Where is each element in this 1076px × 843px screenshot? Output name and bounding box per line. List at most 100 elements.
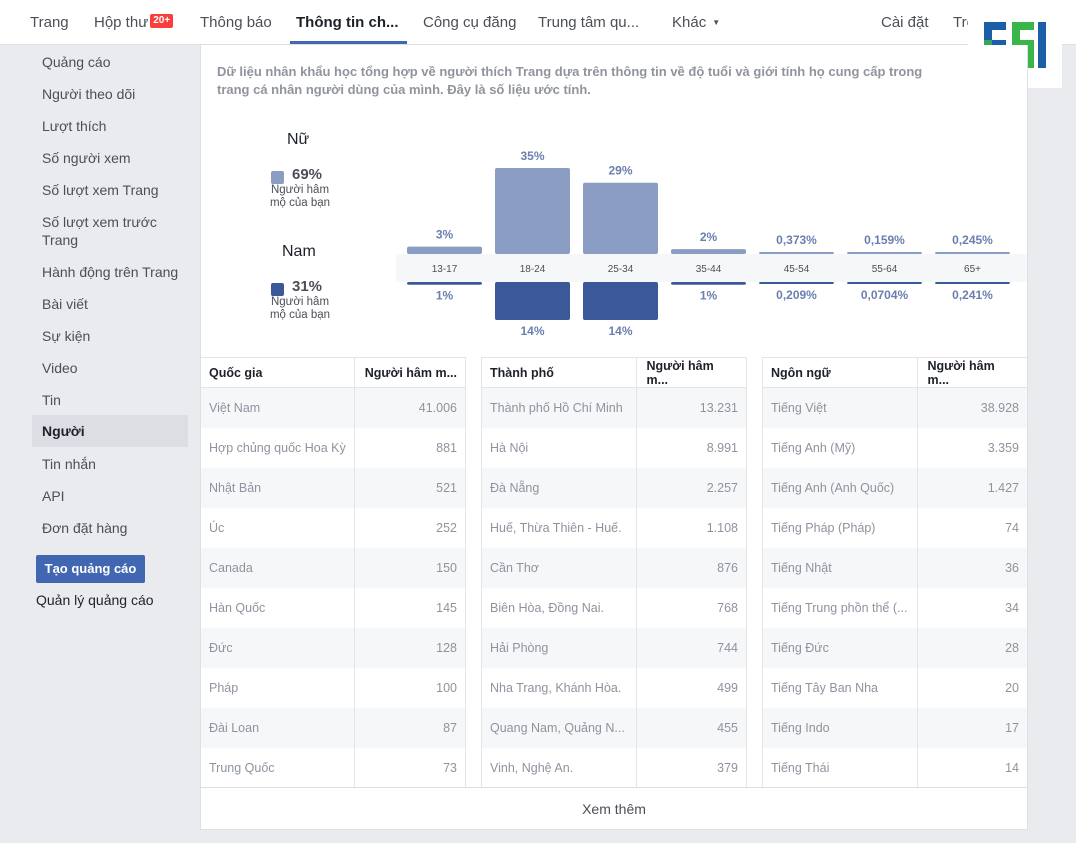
table-header-row: Quốc gia Người hâm m...: [201, 357, 465, 388]
table-row: Quang Nam, Quảng N... 455: [482, 707, 746, 748]
table-cell-label: Tiếng Indo: [763, 707, 917, 748]
caret-down-icon: ▼: [712, 18, 721, 27]
column-header[interactable]: Người hâm m...: [635, 357, 746, 388]
column-header[interactable]: Người hâm m...: [916, 357, 1027, 388]
column-header[interactable]: Thành phố: [482, 358, 636, 388]
table-cell-count: 499: [635, 667, 746, 708]
table-cell-label: Hợp chủng quốc Hoa Kỳ: [209, 440, 346, 455]
sidebar-item-events[interactable]: Sự kiện: [32, 327, 188, 345]
nav-tab-label: Công cụ đăng: [423, 14, 517, 31]
male-value-label: 1%: [700, 289, 718, 303]
table-separator: [746, 357, 763, 787]
create-ad-button[interactable]: Tạo quảng cáo: [36, 555, 145, 583]
sidebar-item-orders[interactable]: Đơn đặt hàng: [32, 519, 188, 537]
sidebar-item-reach[interactable]: Số người xem: [32, 149, 188, 167]
female-value-label: 0,159%: [864, 233, 905, 247]
nav-tab-page[interactable]: Trang: [30, 0, 69, 45]
sidebar-item-page-actions[interactable]: Hành động trên Trang: [32, 263, 188, 281]
table-cell-count: 28: [916, 627, 1027, 668]
table-cell-count: 876: [635, 547, 746, 588]
table-cell-count: 252: [353, 507, 465, 548]
nav-tab-notifications[interactable]: Thông báo: [200, 0, 272, 45]
sidebar-item-api[interactable]: API: [32, 487, 188, 505]
table-row: Vinh, Nghệ An. 379: [482, 747, 746, 788]
male-bar-25-34: [583, 282, 658, 320]
nav-tab-settings[interactable]: Cài đặt: [881, 0, 929, 45]
nav-tab-label: Trang: [30, 14, 69, 31]
nav-tab-center[interactable]: Trung tâm qu...: [538, 0, 639, 45]
table-cell-label: Đà Nẵng: [482, 467, 636, 508]
table-cell-count: 768: [635, 587, 746, 628]
table-cell-label: Nhật Bản: [201, 467, 355, 508]
nav-tab-publishing-tools[interactable]: Công cụ đăng: [423, 0, 516, 45]
table-cell-label: Vinh, Nghệ An.: [490, 760, 574, 775]
see-more-button[interactable]: Xem thêm: [201, 787, 1027, 829]
table-cell-label: Tiếng Pháp (Pháp): [771, 520, 876, 535]
table-header-row: Thành phố Người hâm m...: [482, 357, 746, 388]
table-cell-count: 41.006: [353, 387, 465, 428]
table-cell-count: 36: [916, 547, 1027, 588]
female-bar-35-44: [671, 249, 746, 254]
table-cell-count: 17: [916, 707, 1027, 748]
demographics-description: Dữ liệu nhân khẩu học tổng hợp về người …: [217, 63, 1007, 99]
sidebar-item-stories[interactable]: Tin: [32, 391, 188, 409]
sidebar-item-page-views[interactable]: Số lượt xem Trang: [32, 181, 188, 199]
people-insights-panel: Dữ liệu nhân khẩu học tổng hợp về người …: [200, 45, 1028, 830]
table-row: Việt Nam 41.006: [201, 387, 465, 428]
male-bar-18-24: [495, 282, 570, 320]
sidebar-item-posts[interactable]: Bài viết: [32, 295, 188, 313]
column-header[interactable]: Quốc gia: [201, 358, 354, 388]
table-row: Tiếng Việt 38.928: [763, 387, 1027, 428]
table-cell-count: 455: [635, 707, 746, 748]
column-header[interactable]: Người hâm m...: [353, 357, 465, 388]
sidebar-item-likes[interactable]: Lượt thích: [32, 117, 188, 135]
table-row: Đà Nẵng 2.257: [482, 467, 746, 508]
manage-ads-link[interactable]: Quản lý quảng cáo: [36, 592, 154, 608]
sidebar-item-page-previews[interactable]: Số lượt xem trước Trang: [32, 213, 172, 249]
table-cell-count: 2.257: [635, 467, 746, 508]
sidebar-item-followers[interactable]: Người theo dõi: [32, 85, 188, 103]
table-cell-count: 100: [353, 667, 465, 708]
nav-tab-label: Thông tin ch...: [296, 14, 399, 31]
table-cell-label: Tiếng Đức: [763, 627, 917, 668]
table-separator: [465, 357, 482, 787]
column-header[interactable]: Ngôn ngữ: [763, 358, 917, 388]
nav-tab-label: Cài đặt: [881, 14, 929, 31]
age-gender-chart: 3% 1% 13-17 35% 14% 18-24 29% 14% 25-34 2% 1% 35-44…: [396, 149, 1027, 338]
table-row: Hà Nội 8.991: [482, 427, 746, 468]
table-cell-count: 73: [353, 747, 465, 788]
nav-tab-inbox[interactable]: Hộp thư 20+: [94, 0, 174, 45]
table-cell-count: 1.108: [635, 507, 746, 548]
table-cell-count: 145: [353, 587, 465, 628]
nav-tab-insights[interactable]: Thông tin ch...: [289, 0, 409, 45]
male-value-label: 14%: [520, 324, 544, 338]
table-cell-label: Huế, Thừa Thiên - Huế.: [490, 520, 622, 535]
sidebar-item-people[interactable]: Người: [32, 415, 188, 447]
table-row: Pháp 100: [201, 667, 465, 708]
sidebar-item-label: Số người xem: [42, 150, 131, 166]
male-value-label: 0,0704%: [861, 288, 909, 302]
table-cell-count: 3.359: [916, 427, 1027, 468]
table-row: Úc 252: [201, 507, 465, 548]
table-row: Đức 128: [201, 627, 465, 668]
table-cell-label: Thành phố Hồ Chí Minh: [482, 387, 636, 428]
table-cell-label: Đài Loan: [201, 707, 355, 748]
male-bar-55-64: [847, 282, 922, 284]
sidebar-item-label: Người: [42, 423, 85, 439]
sidebar-item-label: Số lượt xem trước Trang: [42, 214, 157, 248]
sidebar-item-messages[interactable]: Tin nhắn: [32, 455, 188, 473]
table-row: Hải Phòng 744: [482, 627, 746, 668]
male-bar-65+: [935, 282, 1010, 284]
table-row: Hợp chủng quốc Hoa Kỳ 881: [201, 427, 465, 468]
sidebar-item-videos[interactable]: Video: [32, 359, 188, 377]
female-bar-65+: [935, 252, 1010, 254]
female-bar-13-17: [407, 246, 482, 254]
male-value-label: 0,209%: [776, 288, 817, 302]
table-cell-label: Tiếng Anh (Anh Quốc): [763, 467, 917, 508]
sidebar-item-label: Người theo dõi: [42, 86, 136, 102]
sidebar-item-label: Tin: [42, 392, 61, 408]
sidebar-item-label: Số lượt xem Trang: [42, 182, 159, 198]
sidebar-item-ads[interactable]: Quảng cáo: [32, 53, 188, 71]
nav-tab-more[interactable]: Khác ▼: [672, 0, 720, 45]
table-cell-label: Tiếng Tây Ban Nha: [771, 680, 879, 695]
